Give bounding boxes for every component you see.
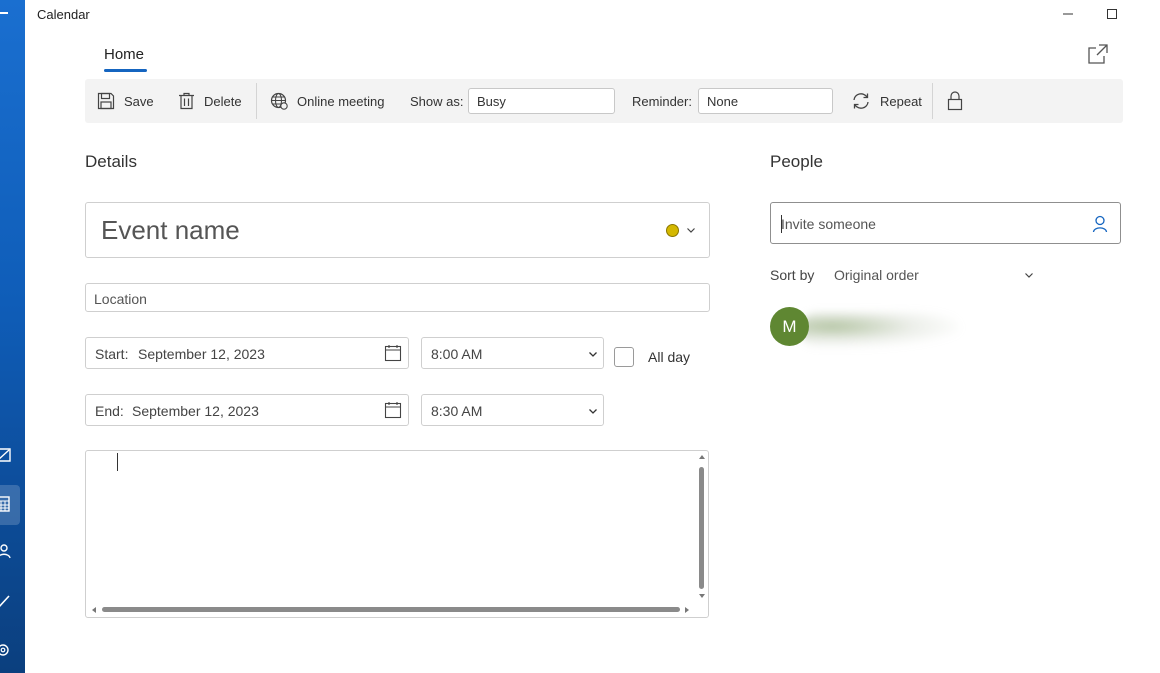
event-toolbar: Save Delete Online meeting Show as: Busy…	[85, 79, 1123, 123]
scroll-down-arrow[interactable]	[699, 594, 705, 598]
start-time-value: 8:00 AM	[431, 346, 483, 362]
calendar-icon[interactable]	[384, 344, 402, 362]
text-caret	[781, 215, 782, 233]
scroll-up-arrow[interactable]	[699, 455, 705, 459]
end-date-value: September 12, 2023	[132, 403, 259, 419]
event-name-field[interactable]: Event name	[85, 202, 710, 258]
toolbar-divider	[932, 83, 933, 119]
sort-order-dropdown[interactable]: Original order	[834, 267, 919, 283]
repeat-button[interactable]: Repeat	[851, 79, 922, 123]
text-caret	[117, 453, 118, 471]
avatar[interactable]: M	[770, 307, 809, 346]
chevron-down-icon[interactable]	[686, 225, 696, 235]
settings-icon[interactable]	[0, 641, 14, 659]
mail-icon[interactable]	[0, 446, 14, 464]
end-time-dropdown[interactable]: 8:30 AM	[421, 394, 604, 426]
online-meeting-label: Online meeting	[297, 93, 385, 109]
chevron-down-icon	[589, 352, 597, 357]
horizontal-scrollbar[interactable]	[102, 607, 680, 612]
app-nav-rail	[0, 0, 25, 673]
start-date-value: September 12, 2023	[138, 346, 265, 362]
scroll-right-arrow[interactable]	[685, 607, 689, 613]
sort-by-label: Sort by	[770, 267, 815, 283]
delete-label: Delete	[204, 93, 242, 109]
location-placeholder: Location	[94, 291, 147, 307]
repeat-label: Repeat	[880, 93, 922, 109]
reminder-dropdown[interactable]: None	[698, 88, 833, 114]
save-label: Save	[124, 93, 154, 109]
start-date-picker[interactable]: Start: September 12, 2023	[85, 337, 409, 369]
all-day-label[interactable]: All day	[648, 349, 690, 365]
location-field[interactable]: Location	[85, 283, 710, 312]
people-icon[interactable]	[0, 542, 14, 560]
start-label: Start:	[95, 346, 129, 362]
popout-icon	[1088, 44, 1108, 64]
end-label: End:	[95, 403, 124, 419]
end-time-value: 8:30 AM	[431, 403, 483, 419]
save-button[interactable]: Save	[97, 79, 154, 123]
repeat-icon	[853, 93, 869, 109]
lock-icon	[947, 91, 963, 111]
chevron-down-icon	[589, 409, 597, 414]
tab-home[interactable]: Home	[104, 46, 144, 63]
end-date-picker[interactable]: End: September 12, 2023	[85, 394, 409, 426]
event-name-placeholder: Event name	[101, 215, 240, 245]
minimize-icon	[1063, 13, 1073, 15]
window-title: Calendar	[37, 7, 90, 22]
online-meeting-button[interactable]: Online meeting	[270, 79, 384, 123]
start-time-dropdown[interactable]: 8:00 AM	[421, 337, 604, 369]
people-heading: People	[770, 152, 823, 171]
calendar-icon[interactable]	[384, 401, 402, 419]
save-icon	[97, 92, 115, 110]
globe-icon	[270, 92, 288, 110]
calendar-icon[interactable]	[0, 495, 14, 513]
trash-icon	[179, 92, 194, 110]
all-day-checkbox[interactable]	[614, 347, 634, 367]
event-notes-editor[interactable]	[85, 450, 709, 618]
minimize-button[interactable]	[1056, 4, 1080, 24]
details-heading: Details	[85, 152, 137, 171]
maximize-button[interactable]	[1100, 4, 1124, 24]
toolbar-divider	[256, 83, 257, 119]
invite-field-container[interactable]	[770, 202, 1121, 244]
reminder-label: Reminder:	[632, 93, 692, 109]
calendar-event-window: Calendar Home Save Delete Online meeting…	[0, 0, 1160, 673]
maximize-icon	[1107, 9, 1117, 19]
todo-icon[interactable]	[0, 592, 14, 610]
vertical-scrollbar[interactable]	[699, 467, 704, 589]
chevron-down-icon[interactable]	[1024, 270, 1034, 280]
event-color-dot[interactable]	[666, 224, 679, 237]
private-lock-button[interactable]	[947, 79, 972, 123]
attendee-name-redacted	[800, 312, 960, 348]
show-as-label: Show as:	[410, 93, 464, 109]
show-as-dropdown[interactable]: Busy	[468, 88, 615, 114]
menu-icon[interactable]	[0, 12, 8, 14]
tab-home-underline	[104, 69, 147, 72]
invite-input[interactable]	[781, 214, 1081, 234]
person-icon[interactable]	[1092, 215, 1108, 233]
delete-button[interactable]: Delete	[178, 79, 242, 123]
popout-window-button[interactable]	[1087, 43, 1109, 65]
scroll-left-arrow[interactable]	[92, 607, 96, 613]
